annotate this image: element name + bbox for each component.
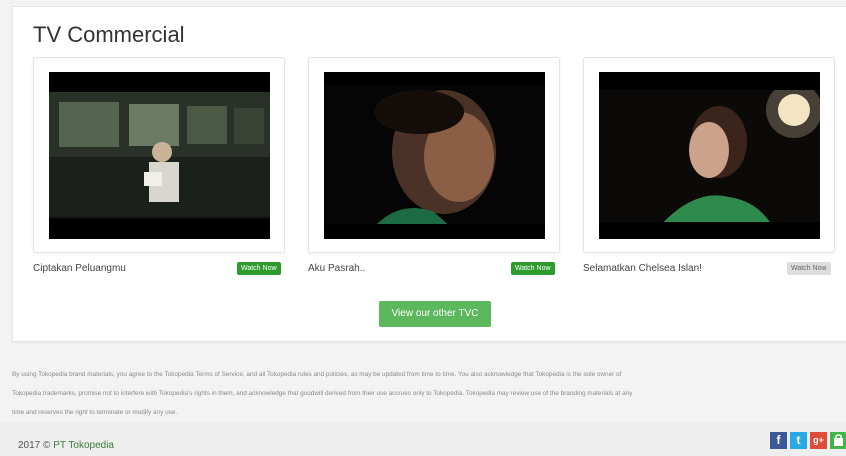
watch-now-button-1[interactable]: Watch Now — [237, 262, 281, 275]
tv-commercial-panel: TV Commercial Ciptakan Peluangmu Watch N… — [12, 6, 846, 342]
video-caption-2: Aku Pasrah.. — [308, 263, 366, 274]
copyright: 2017 © PT Tokopedia — [18, 440, 114, 451]
man-portrait-image — [324, 72, 545, 239]
video-card-1[interactable] — [33, 57, 285, 253]
brand-usage-disclaimer: By using Tokopedia brand materials, you … — [12, 371, 633, 416]
woman-portrait-image — [599, 72, 820, 239]
social-links: f t g+ — [770, 432, 846, 449]
copyright-year: 2017 © — [18, 440, 51, 451]
video-thumbnail-3[interactable] — [599, 72, 820, 239]
google-plus-icon[interactable]: g+ — [810, 432, 827, 449]
watch-now-button-3[interactable]: Watch Now — [787, 262, 831, 275]
twitter-icon[interactable]: t — [790, 432, 807, 449]
view-other-tvc-button[interactable]: View our other TVC — [379, 301, 491, 327]
watch-now-button-2[interactable]: Watch Now — [511, 262, 555, 275]
footer: 2017 © PT Tokopedia f t g+ — [0, 422, 846, 456]
video-caption-3: Selamatkan Chelsea Islan! — [583, 263, 702, 274]
section-title: TV Commercial — [33, 22, 185, 47]
facebook-icon[interactable]: f — [770, 432, 787, 449]
video-thumbnail-1[interactable] — [49, 72, 270, 239]
copyright-holder-link[interactable]: PT Tokopedia — [53, 440, 114, 451]
bus-scene-image — [49, 72, 270, 239]
video-card-2[interactable] — [308, 57, 560, 253]
video-caption-1: Ciptakan Peluangmu — [33, 263, 126, 274]
share-icon[interactable] — [830, 432, 846, 449]
video-thumbnail-2[interactable] — [324, 72, 545, 239]
video-card-3[interactable] — [583, 57, 835, 253]
